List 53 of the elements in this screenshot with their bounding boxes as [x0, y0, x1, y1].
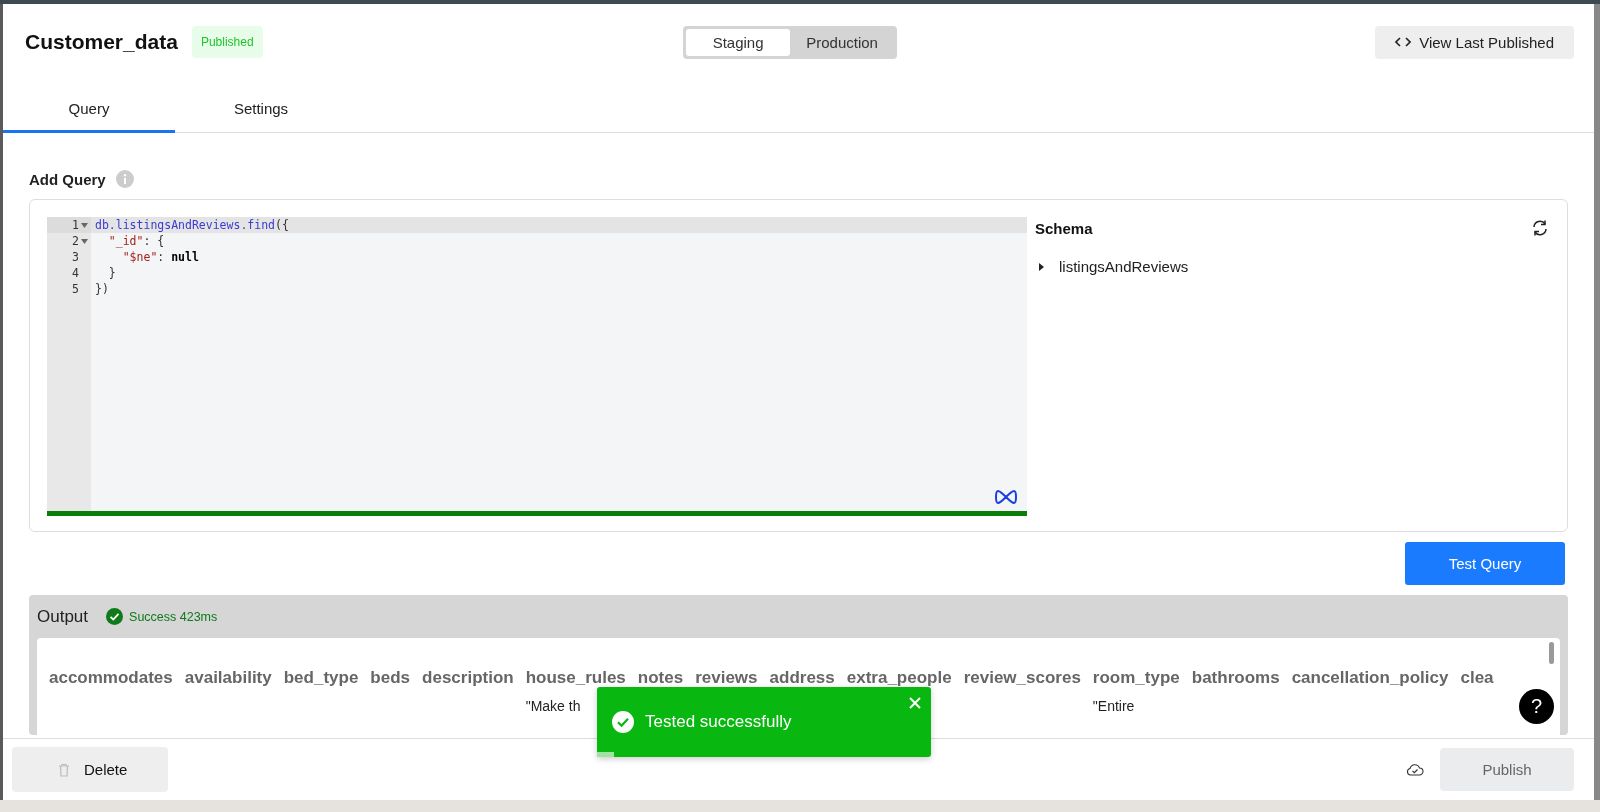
line-number: 5 — [72, 282, 79, 296]
table-cell-text: "Make th — [525, 698, 582, 714]
code-editor[interactable]: 1 2 3 4 5 db.listingsAndReviews.find({ "_id": { "$ne": null } }) — [47, 217, 1027, 516]
line-number: 4 — [72, 266, 79, 280]
query-title: Customer_data — [25, 30, 178, 54]
toast-message: Tested successfully — [645, 712, 792, 732]
environment-tab[interactable]: Staging — [686, 28, 791, 56]
tab[interactable]: Query — [3, 92, 175, 133]
cloud-check-icon — [1406, 763, 1424, 776]
line-number: 1 — [72, 218, 79, 232]
view-last-published-button[interactable]: View Last Published — [1375, 25, 1574, 59]
column-header: room_type — [1092, 668, 1180, 688]
column-header: clea — [1460, 668, 1494, 688]
schema-tree-item[interactable]: listingsAndReviews — [1035, 258, 1549, 275]
code-line: } — [107, 265, 117, 281]
table-cell-text: "Entire — [1092, 698, 1136, 714]
column-header: bathrooms — [1191, 668, 1280, 688]
column-header: house_rules — [525, 668, 626, 688]
bowtie-icon — [995, 489, 1017, 505]
code-icon — [1395, 36, 1412, 48]
success-status: Success 423ms — [129, 609, 218, 624]
check-circle-icon — [612, 711, 634, 733]
tab[interactable]: Settings — [175, 92, 347, 133]
column-header: availability — [184, 668, 272, 688]
column-header: cancellation_policy — [1291, 668, 1449, 688]
column-header: address — [769, 668, 835, 688]
line-number: 3 — [72, 250, 79, 264]
column-header: reviews — [695, 668, 758, 688]
schema-title: Schema — [1035, 219, 1093, 237]
column-header: beds — [370, 668, 411, 688]
scrollbar-thumb[interactable] — [1549, 642, 1554, 664]
column-header: notes — [637, 668, 684, 688]
delete-button[interactable]: Delete — [12, 747, 168, 792]
status-badge: Published — [191, 26, 263, 58]
column-header: review_scores — [963, 668, 1081, 688]
fold-icon[interactable] — [81, 238, 88, 244]
environment-tab[interactable]: Production — [790, 28, 895, 56]
fold-icon[interactable] — [81, 222, 88, 228]
refresh-icon[interactable] — [1531, 219, 1549, 237]
code-line: "_id": { — [107, 233, 166, 249]
column-header: bed_type — [283, 668, 359, 688]
column-header: description — [422, 668, 514, 688]
code-line: "$ne": null — [121, 249, 200, 265]
code-line: }) — [94, 281, 110, 297]
trash-icon — [58, 762, 70, 777]
line-number: 2 — [72, 234, 79, 248]
check-circle-icon — [106, 608, 124, 625]
test-query-button[interactable]: Test Query — [1405, 542, 1565, 585]
column-header: accommodates — [49, 668, 173, 688]
close-icon[interactable] — [909, 697, 921, 709]
add-query-label: Add Query — [29, 170, 106, 188]
column-header: extra_people — [846, 668, 952, 688]
output-label: Output — [37, 606, 89, 627]
